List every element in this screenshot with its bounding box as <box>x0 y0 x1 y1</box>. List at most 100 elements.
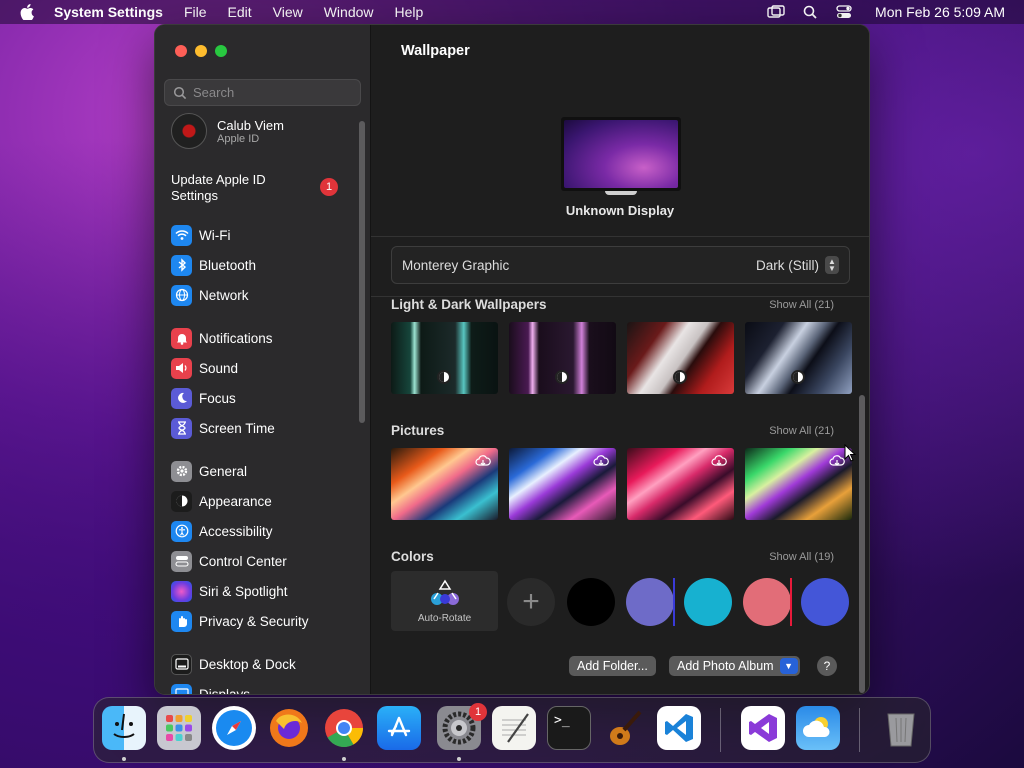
chevron-down-icon[interactable]: ▼ <box>779 658 798 674</box>
sidebar-item-privacy-security[interactable]: Privacy & Security <box>171 610 309 632</box>
menu-help[interactable]: Help <box>395 4 424 20</box>
show-all-pictures[interactable]: Show All (21) <box>769 425 834 437</box>
add-color-button[interactable]: + <box>507 578 555 626</box>
sidebar-item-notifications[interactable]: Notifications <box>171 327 273 349</box>
sidebar-item-label: Bluetooth <box>199 257 257 273</box>
trash-icon[interactable] <box>879 706 923 750</box>
terminal-icon[interactable]: >_ <box>547 706 591 750</box>
wallpaper-thumbnail[interactable] <box>391 448 498 520</box>
sidebar-item-wifi[interactable]: Wi-Fi <box>171 224 230 246</box>
auto-rotate-tile[interactable]: Auto-Rotate <box>391 571 498 631</box>
wallpaper-thumbnail[interactable] <box>627 448 734 520</box>
divider <box>790 578 792 626</box>
visual-studio-icon[interactable] <box>741 706 785 750</box>
apple-id-profile[interactable]: Calub Viem Apple ID <box>171 113 284 149</box>
control-center-icon <box>171 550 192 572</box>
sidebar-item-network[interactable]: Network <box>171 284 249 306</box>
color-swatch-blue[interactable] <box>801 578 849 626</box>
sidebar-scrollbar[interactable] <box>359 121 365 423</box>
wallpaper-thumbnail[interactable] <box>745 448 852 520</box>
close-button[interactable] <box>175 45 187 57</box>
screen-mirroring-icon[interactable] <box>767 4 785 20</box>
color-swatch-purple[interactable] <box>626 578 674 626</box>
menu-edit[interactable]: Edit <box>228 4 252 20</box>
update-apple-id-settings[interactable]: Update Apple ID Settings <box>171 172 311 204</box>
dock-running-indicator <box>457 757 461 761</box>
main-scrollbar[interactable] <box>859 395 865 693</box>
divider <box>859 708 860 752</box>
sidebar-item-accessibility[interactable]: Accessibility <box>171 520 273 542</box>
wallpaper-thumbnail[interactable] <box>509 448 616 520</box>
add-folder-button[interactable]: Add Folder... <box>569 656 656 676</box>
sidebar-item-general[interactable]: General <box>171 460 247 482</box>
garageband-icon[interactable] <box>602 706 646 750</box>
mouse-cursor-icon <box>844 444 856 462</box>
display-icon <box>171 683 192 694</box>
appearance-mode-popup[interactable]: Dark (Still) ▲ ▼ <box>756 256 839 274</box>
accessibility-icon <box>171 520 192 542</box>
menu-file[interactable]: File <box>184 4 207 20</box>
sidebar-item-sound[interactable]: Sound <box>171 357 238 379</box>
sidebar-item-siri-spotlight[interactable]: Siri & Spotlight <box>171 580 288 602</box>
minimize-button[interactable] <box>195 45 207 57</box>
finder-icon[interactable] <box>102 706 146 750</box>
textedit-icon[interactable] <box>492 706 536 750</box>
app-name-menu[interactable]: System Settings <box>54 4 163 20</box>
color-swatch-teal[interactable] <box>684 578 732 626</box>
sidebar-item-appearance[interactable]: Appearance <box>171 490 272 512</box>
sidebar: Search Calub Viem Apple ID Update Apple … <box>155 25 371 694</box>
search-field[interactable]: Search <box>164 79 361 106</box>
light-dark-icon <box>791 370 805 384</box>
search-placeholder: Search <box>193 85 235 100</box>
sidebar-item-desktop-dock[interactable]: Desktop & Dock <box>171 653 296 675</box>
sidebar-item-control-center[interactable]: Control Center <box>171 550 287 572</box>
sidebar-item-label: Control Center <box>199 553 287 569</box>
display-name: Unknown Display <box>565 203 675 218</box>
wallpaper-thumbnail[interactable] <box>627 322 734 394</box>
sidebar-item-label: Appearance <box>199 493 272 509</box>
dock-running-indicator <box>122 757 126 761</box>
firefox-icon[interactable] <box>267 706 311 750</box>
light-dark-icon <box>437 370 451 384</box>
weather-icon[interactable] <box>796 706 840 750</box>
sidebar-item-label: Screen Time <box>199 420 275 436</box>
globe-icon <box>171 284 192 306</box>
help-button[interactable]: ? <box>817 656 837 676</box>
sidebar-item-screen-time[interactable]: Screen Time <box>171 417 275 439</box>
menu-window[interactable]: Window <box>324 4 374 20</box>
show-all-light-dark[interactable]: Show All (21) <box>769 299 834 311</box>
chrome-icon[interactable] <box>322 706 366 750</box>
add-photo-album-button[interactable]: Add Photo Album ▼ <box>669 656 800 676</box>
menu-bar: System Settings File Edit View Window He… <box>0 0 1024 24</box>
launchpad-icon[interactable] <box>157 706 201 750</box>
control-center-icon[interactable] <box>835 4 853 20</box>
appearance-mode-value: Dark (Still) <box>756 257 819 273</box>
spotlight-search-icon[interactable] <box>801 4 819 20</box>
appearance-icon <box>171 490 192 512</box>
sidebar-item-bluetooth[interactable]: Bluetooth <box>171 254 256 276</box>
zoom-button[interactable] <box>215 45 227 57</box>
vscode-icon[interactable] <box>657 706 701 750</box>
app-store-icon[interactable] <box>377 706 421 750</box>
window-controls <box>175 45 227 57</box>
wallpaper-thumbnail[interactable] <box>509 322 616 394</box>
sidebar-item-focus[interactable]: Focus <box>171 387 236 409</box>
moon-icon <box>171 387 192 409</box>
add-photo-album-label: Add Photo Album <box>677 659 774 673</box>
color-swatch-black[interactable] <box>567 578 615 626</box>
cloud-download-icon <box>475 455 491 466</box>
color-swatch-pink[interactable] <box>743 578 791 626</box>
wallpaper-pane: Wallpaper Unknown Display Monterey Graph… <box>371 25 869 694</box>
wallpaper-thumbnail[interactable] <box>745 322 852 394</box>
system-settings-badge: 1 <box>469 703 487 721</box>
safari-icon[interactable] <box>212 706 256 750</box>
menu-bar-clock[interactable]: Mon Feb 26 5:09 AM <box>875 4 1005 20</box>
apple-menu-icon[interactable] <box>18 3 36 21</box>
wallpaper-thumbnail[interactable] <box>391 322 498 394</box>
sidebar-item-displays[interactable]: Displays <box>171 683 250 694</box>
sidebar-item-label: Wi-Fi <box>199 227 231 243</box>
cloud-download-icon <box>829 455 845 466</box>
show-all-colors[interactable]: Show All (19) <box>769 551 834 563</box>
wallpaper-selection-row: Monterey Graphic Dark (Still) ▲ ▼ <box>391 246 850 284</box>
menu-view[interactable]: View <box>273 4 303 20</box>
